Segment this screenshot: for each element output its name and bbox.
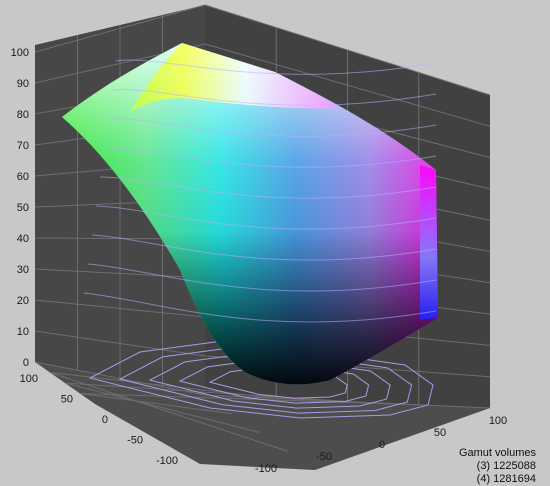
- left-tick-label: 100: [20, 373, 38, 385]
- legend-entry-value: 1225088: [493, 460, 536, 472]
- z-tick-label: 40: [17, 233, 29, 245]
- right-tick-label: 50: [434, 427, 446, 439]
- z-tick-label: 30: [17, 264, 29, 276]
- left-tick-label: -50: [127, 435, 143, 447]
- z-tick-label: 80: [17, 109, 29, 121]
- z-tick-label: 50: [17, 202, 29, 214]
- z-tick-label: 70: [17, 140, 29, 152]
- right-tick-label: -100: [255, 463, 277, 475]
- gamut-3d-chart: 0 10 20 30 40 50 60 70 80 90 100 100 50 0 -50 -100 -10…: [11, 4, 507, 475]
- legend-entry-3: (3) 1225088: [459, 460, 536, 473]
- z-tick-label: 60: [17, 171, 29, 183]
- z-tick-label: 20: [17, 295, 29, 307]
- right-tick-label: -50: [316, 451, 332, 463]
- left-tick-label: 0: [102, 414, 108, 426]
- legend: Gamut volumes (3) 1225088 (4) 1281694: [459, 447, 536, 486]
- legend-entry-4: (4) 1281694: [459, 473, 536, 486]
- right-tick-label: 0: [379, 439, 385, 451]
- legend-title: Gamut volumes: [458, 447, 536, 459]
- left-tick-label: -100: [156, 455, 178, 467]
- legend-entry-value: 1281694: [493, 473, 536, 485]
- z-tick-label: 100: [11, 47, 29, 59]
- left-tick-label: 50: [61, 394, 73, 406]
- z-axis: 0 10 20 30 40 50 60 70 80 90 100: [11, 47, 29, 369]
- z-tick-label: 90: [17, 78, 29, 90]
- legend-entry-label: (3): [476, 460, 491, 472]
- z-tick-label: 10: [17, 326, 29, 338]
- legend-entry-label: (4): [476, 473, 491, 485]
- z-tick-label: 0: [23, 357, 29, 369]
- right-tick-label: 100: [489, 415, 507, 427]
